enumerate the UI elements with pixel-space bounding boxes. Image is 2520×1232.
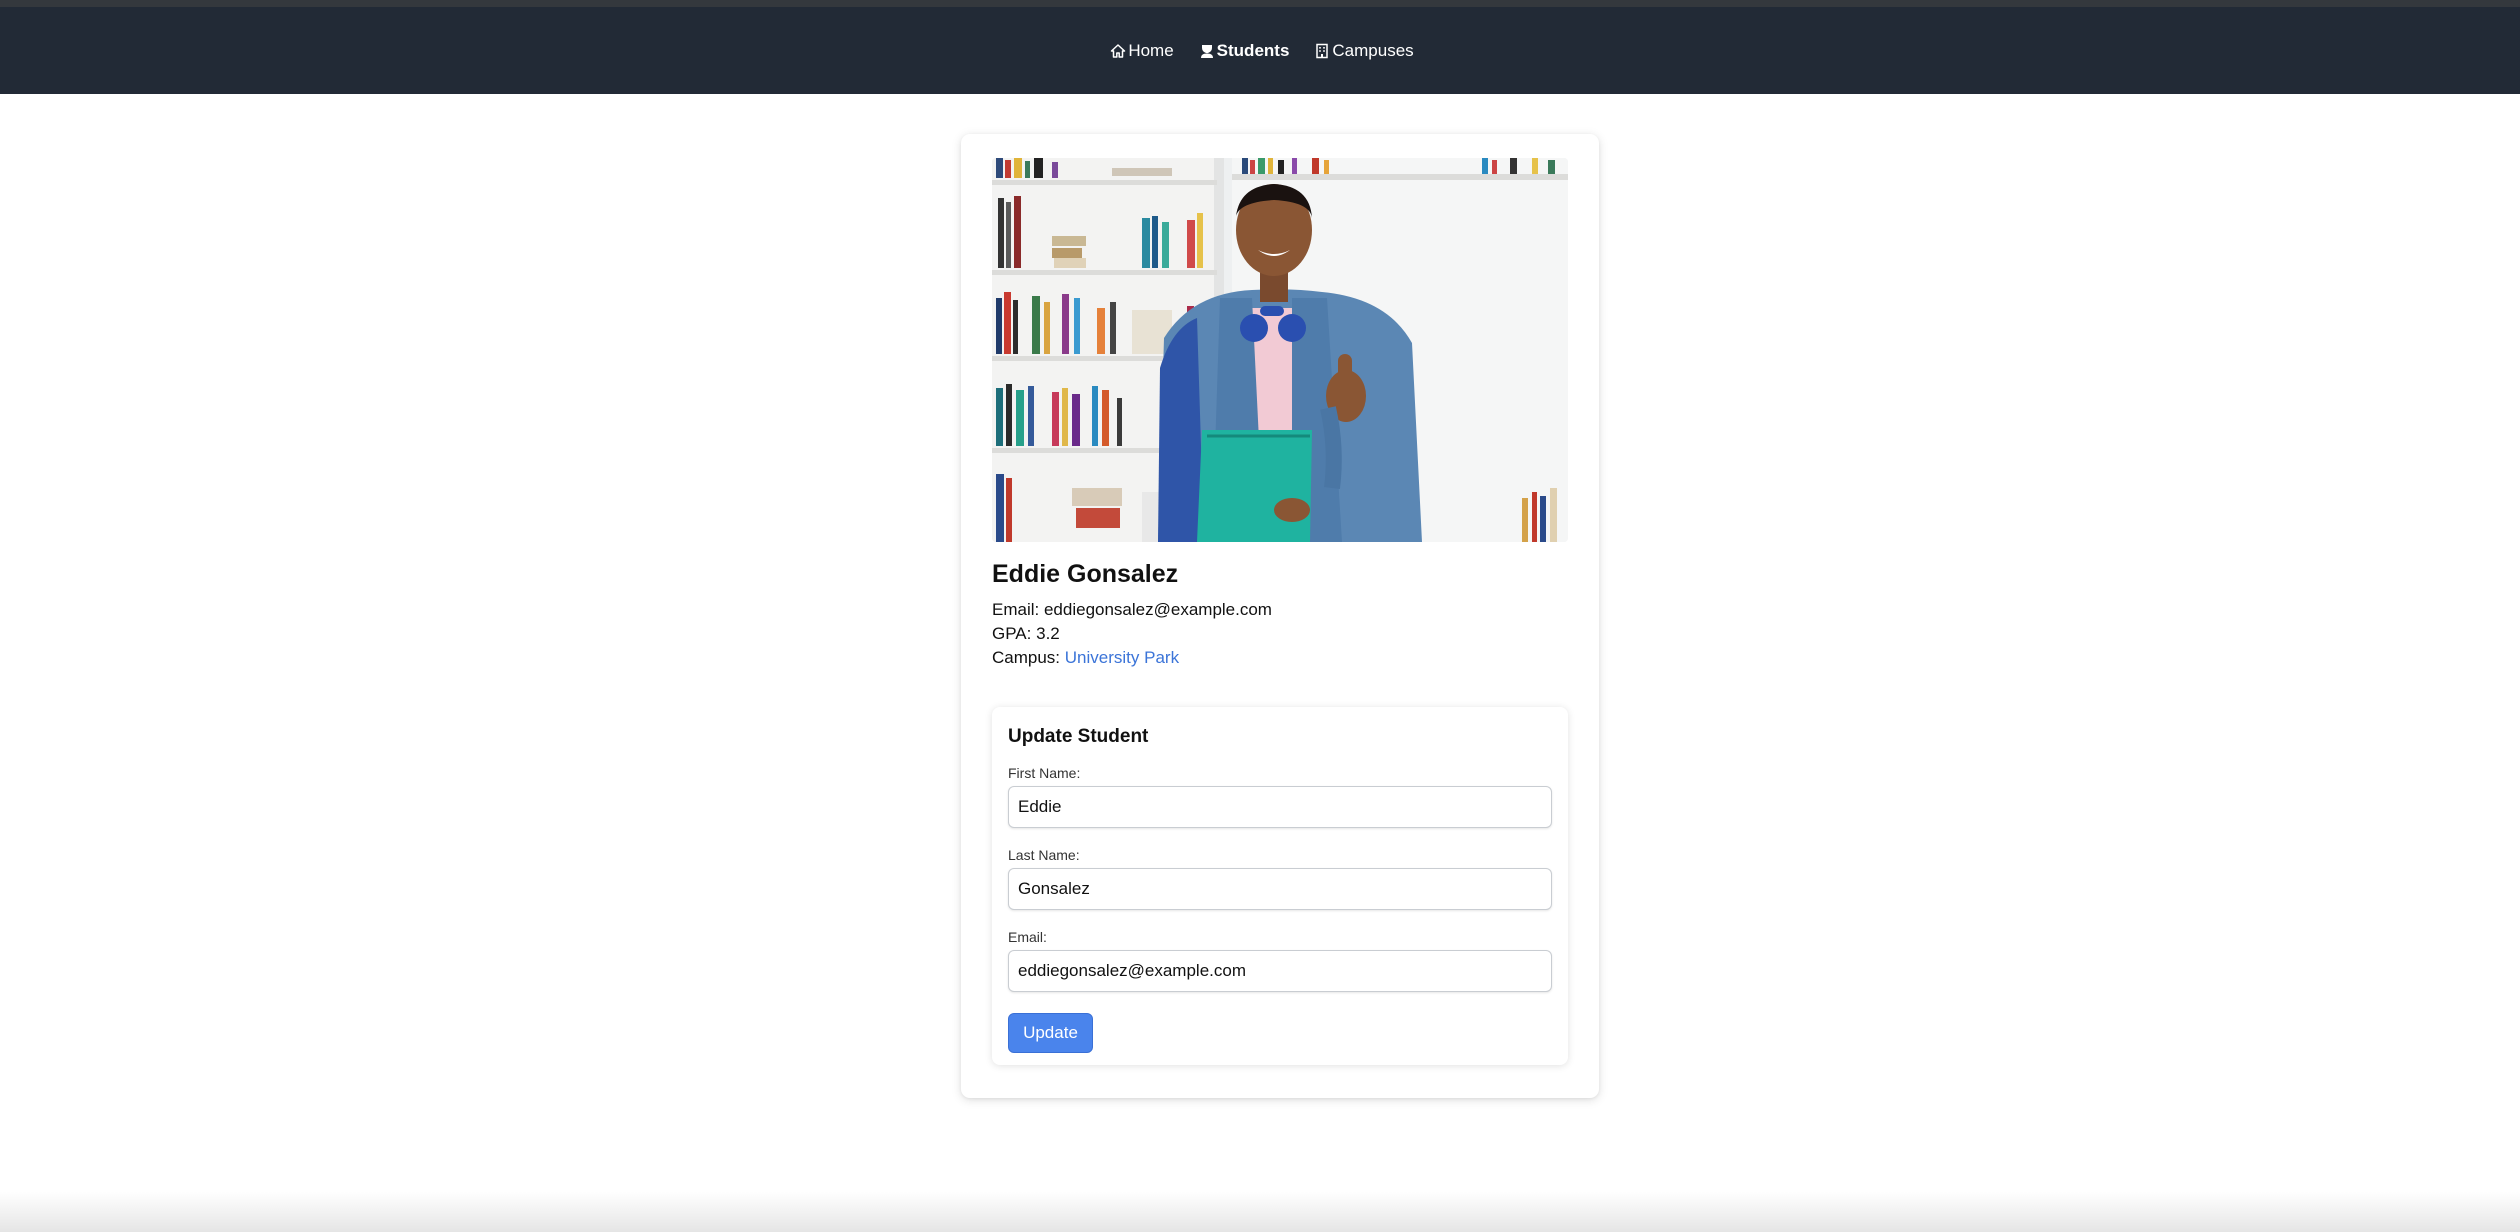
window-top-strip (0, 0, 2520, 7)
first-name-input[interactable] (1008, 786, 1552, 828)
building-icon (1314, 43, 1330, 59)
student-icon (1199, 43, 1215, 59)
email-row: Email: eddiegonsalez@example.com (992, 598, 1272, 622)
email-label: Email: (992, 600, 1040, 619)
last-name-label: Last Name: (1008, 847, 1080, 863)
nav-home-label: Home (1128, 40, 1174, 60)
form-title: Update Student (1008, 726, 1149, 747)
nav-students-label: Students (1216, 40, 1290, 60)
nav-home-link[interactable]: Home (1110, 40, 1174, 61)
home-icon (1110, 43, 1126, 59)
student-info: Email: eddiegonsalez@example.com GPA: 3.… (992, 598, 1272, 670)
campus-row: Campus: University Park (992, 646, 1272, 670)
campus-link[interactable]: University Park (1065, 648, 1179, 667)
campus-label: Campus: (992, 648, 1061, 667)
navbar: Home Students Campuses (0, 7, 2520, 94)
student-name: Eddie Gonsalez (992, 560, 1179, 588)
bottom-edge-shadow (0, 1192, 2520, 1232)
gpa-value: 3.2 (1036, 624, 1060, 643)
email-field-label: Email: (1008, 929, 1047, 945)
nav-links: Home Students Campuses (1110, 40, 1414, 61)
gpa-label: GPA: (992, 624, 1032, 643)
gpa-row: GPA: 3.2 (992, 622, 1272, 646)
student-photo (992, 158, 1568, 542)
first-name-label: First Name: (1008, 765, 1081, 781)
nav-campuses-label: Campuses (1332, 40, 1414, 60)
update-student-form: Update Student First Name: Last Name: Em… (992, 707, 1568, 1065)
update-button[interactable]: Update (1008, 1013, 1093, 1053)
nav-students-link[interactable]: Students (1199, 40, 1290, 61)
email-input[interactable] (1008, 950, 1552, 992)
email-value: eddiegonsalez@example.com (1043, 600, 1272, 619)
student-card: Eddie Gonsalez Email: eddiegonsalez@exam… (961, 134, 1599, 1098)
last-name-input[interactable] (1008, 868, 1552, 910)
nav-campuses-link[interactable]: Campuses (1314, 40, 1414, 61)
